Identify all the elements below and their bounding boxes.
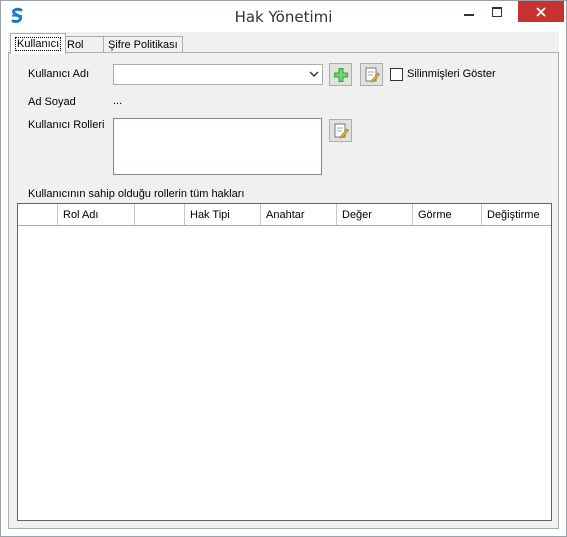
user-tab-panel: Kullanıcı Adı Silinmişleri Göster Ad Soy…	[8, 52, 559, 529]
fullname-label: Ad Soyad	[28, 96, 76, 108]
tab-sifre-politikasi[interactable]: Şifre Politikası	[103, 36, 183, 53]
edit-user-button[interactable]	[360, 63, 383, 86]
tab-rol[interactable]: Rol	[62, 36, 106, 53]
user-roles-label: Kullanıcı Rolleri	[28, 119, 105, 131]
username-label: Kullanıcı Adı	[28, 68, 90, 80]
client-area: Kullanıcı Rol Şifre Politikası Kullanıcı…	[8, 32, 559, 529]
maximize-icon	[492, 6, 502, 17]
fullname-value: ...	[113, 95, 123, 107]
edit-roles-button[interactable]	[329, 119, 352, 142]
user-roles-listbox[interactable]	[113, 118, 322, 175]
column-header-gorme[interactable]: Görme	[413, 204, 482, 225]
permissions-title: Kullanıcının sahip olduğu rollerin tüm h…	[28, 188, 245, 200]
chevron-down-icon	[309, 71, 319, 77]
minimize-button[interactable]	[456, 1, 482, 22]
column-header-select[interactable]	[18, 204, 58, 225]
tab-kullanici-label: Kullanıcı	[15, 37, 62, 51]
tab-sifre-politikasi-label: Şifre Politikası	[108, 39, 178, 51]
column-header-degistirme[interactable]: Değiştirme	[482, 204, 551, 225]
permissions-grid[interactable]: Rol Adı Hak Tipi Anahtar Değer Görme Değ…	[17, 203, 552, 521]
maximize-button[interactable]	[484, 1, 510, 22]
column-header-rol-adi[interactable]: Rol Adı	[58, 204, 135, 225]
show-deleted-checkbox[interactable]	[390, 68, 403, 81]
minimize-icon	[464, 13, 474, 16]
close-icon	[536, 6, 546, 17]
edit-document-icon	[365, 67, 380, 82]
title-bar[interactable]: Hak Yönetimi	[1, 1, 566, 32]
username-combobox[interactable]	[113, 64, 323, 85]
green-plus-icon	[333, 67, 348, 82]
close-button[interactable]	[518, 1, 564, 22]
tab-kullanici[interactable]: Kullanıcı	[10, 33, 67, 54]
show-deleted-label[interactable]: Silinmişleri Göster	[407, 68, 496, 80]
edit-document-icon	[334, 123, 349, 138]
column-header-blank[interactable]	[135, 204, 185, 225]
grid-header: Rol Adı Hak Tipi Anahtar Değer Görme Değ…	[18, 204, 551, 226]
column-header-deger[interactable]: Değer	[337, 204, 413, 225]
column-header-anahtar[interactable]: Anahtar	[261, 204, 337, 225]
tab-rol-label: Rol	[67, 39, 84, 51]
add-user-button[interactable]	[329, 63, 352, 86]
tab-strip: Kullanıcı Rol Şifre Politikası	[8, 32, 559, 54]
column-header-hak-tipi[interactable]: Hak Tipi	[185, 204, 261, 225]
main-window: Hak Yönetimi Kullanıcı Rol Şifre Politik…	[0, 0, 567, 537]
